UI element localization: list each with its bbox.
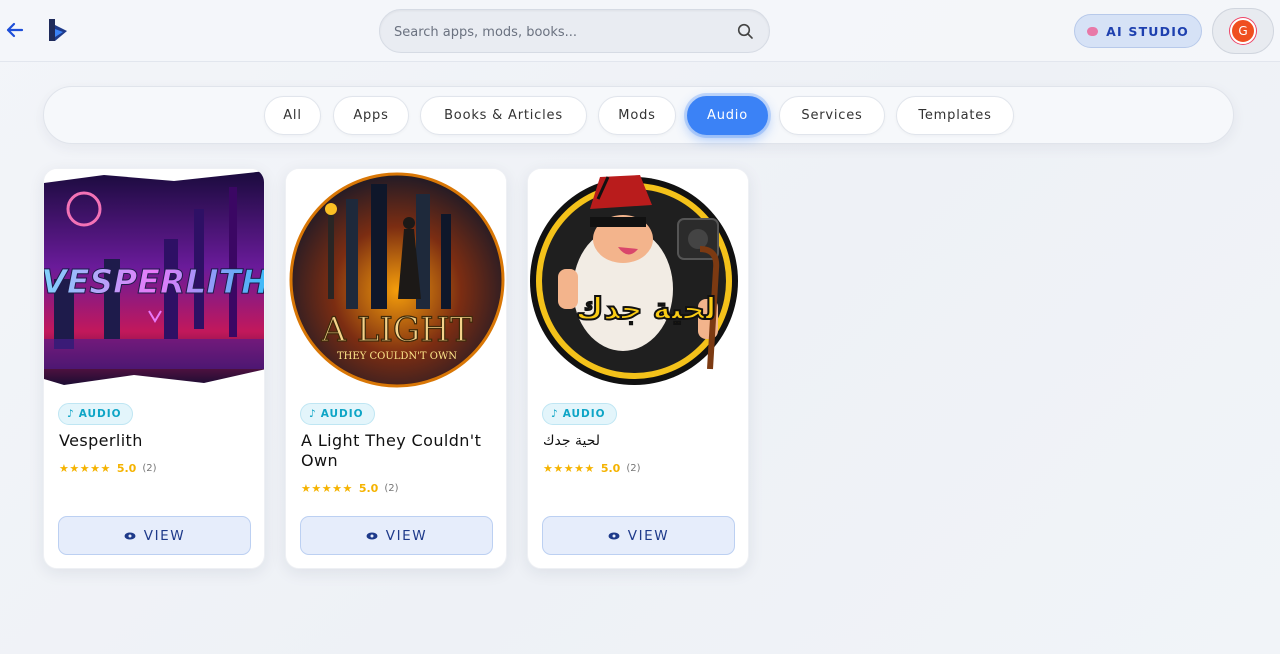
cover-art-subtext: THEY COULDN'T OWN <box>337 351 457 362</box>
audio-badge: ♪ AUDIO <box>58 403 133 425</box>
star-rating-icons: ★★★★★ <box>301 482 353 495</box>
rating-score: 5.0 <box>600 462 621 475</box>
filter-chip-templates[interactable]: Templates <box>896 96 1014 135</box>
view-button-label: VIEW <box>143 527 186 544</box>
rating-score: 5.0 <box>358 482 379 495</box>
cover-art-text: لحية جدك <box>576 292 716 327</box>
profile-button[interactable]: G <box>1212 8 1274 54</box>
product-card[interactable]: VESPERLITH ♪ AUDIO Vesperlith ★★★★★ 5.0 … <box>43 168 265 569</box>
brain-icon <box>1087 26 1099 36</box>
product-card[interactable]: A LIGHT THEY COULDN'T OWN ♪ AUDIO A Ligh… <box>285 168 507 569</box>
cover-image: VESPERLITH <box>44 169 265 391</box>
music-note-icon: ♪ <box>551 408 559 420</box>
rating: ★★★★★ 5.0 (2) <box>59 462 156 475</box>
audio-badge: ♪ AUDIO <box>300 403 375 425</box>
star-rating-icons: ★★★★★ <box>543 462 595 475</box>
filter-chip-apps[interactable]: Apps <box>333 96 409 135</box>
card-title: Vesperlith <box>59 431 143 450</box>
back-arrow-icon[interactable] <box>4 19 26 41</box>
view-button[interactable]: VIEW <box>58 516 251 555</box>
music-note-icon: ♪ <box>67 408 75 420</box>
product-card[interactable]: لحية جدك ♪ AUDIO لحية جدك ★★★★★ 5.0 (2) … <box>527 168 749 569</box>
cover-image: لحية جدك <box>528 169 748 391</box>
rating: ★★★★★ 5.0 (2) <box>301 482 398 495</box>
view-button[interactable]: VIEW <box>300 516 493 555</box>
filter-chip-services[interactable]: Services <box>779 96 885 135</box>
search-icon[interactable] <box>737 23 754 40</box>
search-input[interactable] <box>394 21 724 43</box>
rating: ★★★★★ 5.0 (2) <box>543 462 640 475</box>
audio-badge: ♪ AUDIO <box>542 403 617 425</box>
rating-count: (2) <box>142 463 157 474</box>
app-logo[interactable] <box>46 17 70 43</box>
badge-label: AUDIO <box>562 408 606 420</box>
top-bar: AI STUDIO G <box>0 0 1280 62</box>
cover-art-text: VESPERLITH <box>44 262 265 301</box>
badge-label: AUDIO <box>78 408 122 420</box>
ai-studio-button[interactable]: AI STUDIO <box>1074 14 1202 48</box>
eye-icon <box>124 532 136 539</box>
cover-art-text: A LIGHT <box>321 310 473 350</box>
eye-icon <box>608 532 620 539</box>
rating-count: (2) <box>384 483 399 494</box>
rating-score: 5.0 <box>116 462 137 475</box>
star-rating-icons: ★★★★★ <box>59 462 111 475</box>
card-title: لحية جدك <box>543 433 601 449</box>
ai-studio-label: AI STUDIO <box>1106 23 1189 39</box>
card-title: A Light They Couldn't Own <box>301 431 482 470</box>
filter-chip-all[interactable]: All <box>264 96 321 135</box>
category-filter-bar: All Apps Books & Articles Mods Audio Ser… <box>43 86 1234 144</box>
badge-label: AUDIO <box>320 408 364 420</box>
cover-image: A LIGHT THEY COULDN'T OWN <box>286 169 506 391</box>
view-button-label: VIEW <box>627 527 670 544</box>
filter-chip-audio[interactable]: Audio <box>687 96 768 135</box>
view-button[interactable]: VIEW <box>542 516 735 555</box>
avatar: G <box>1230 18 1256 44</box>
eye-icon <box>366 532 378 539</box>
filter-chip-books-articles[interactable]: Books & Articles <box>420 96 587 135</box>
view-button-label: VIEW <box>385 527 428 544</box>
music-note-icon: ♪ <box>309 408 317 420</box>
filter-chip-mods[interactable]: Mods <box>598 96 676 135</box>
search-bar <box>379 9 770 53</box>
rating-count: (2) <box>626 463 641 474</box>
